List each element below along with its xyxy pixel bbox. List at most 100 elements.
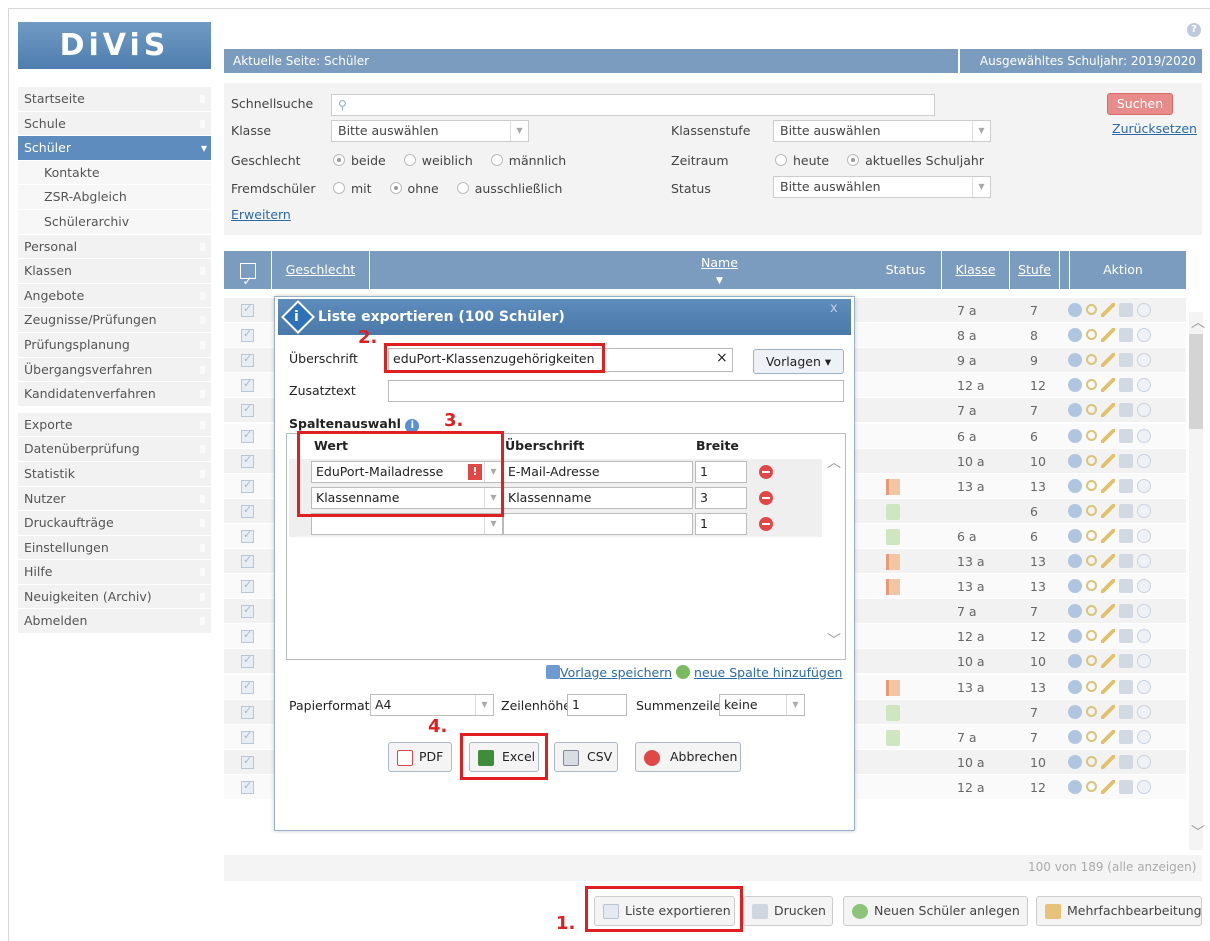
close-icon[interactable]: x [830,301,838,316]
cancel-button[interactable]: Abbrechen [635,742,741,772]
column-width-input[interactable]: 1 [695,461,747,483]
new-student-button[interactable]: Neuen Schüler anlegen [843,896,1028,926]
scroll-down-icon[interactable]: ﹀ [1191,822,1205,842]
more-icon[interactable] [1137,704,1151,719]
sidebar-item-startseite[interactable]: Startseite [18,87,211,112]
column-heading-input[interactable]: E-Mail-Adresse [503,461,693,483]
search-icon[interactable] [1086,780,1097,792]
column-heading-input[interactable] [503,513,693,535]
foreign-radio-only[interactable]: ausschließlich [456,181,562,196]
row-height-input[interactable]: 1 [567,694,627,716]
row-checkbox[interactable] [241,503,254,518]
radio[interactable] [333,182,345,194]
row-checkbox[interactable] [241,478,254,493]
row-checkbox[interactable] [241,428,254,443]
edit-icon[interactable] [1101,554,1115,568]
printer-icon[interactable] [1119,754,1133,769]
column-gender[interactable]: Geschlecht [272,251,370,289]
row-checkbox[interactable] [241,628,254,644]
sidebar-item-übergangsverfahren[interactable]: Übergangsverfahren [18,357,211,383]
column-width-input[interactable]: 3 [695,487,747,509]
column-class[interactable]: Klasse [942,251,1010,289]
more-icon[interactable] [1137,554,1151,568]
gender-radio-male[interactable]: männlich [490,153,566,168]
more-icon[interactable] [1137,579,1151,594]
more-icon[interactable] [1137,503,1151,518]
more-icon[interactable] [1137,528,1151,543]
info-icon[interactable] [1068,754,1082,769]
row-checkbox[interactable] [241,402,254,418]
period-radio-today[interactable]: heute [775,153,829,168]
more-icon[interactable] [1137,779,1151,794]
row-checkbox[interactable] [241,603,254,619]
add-column-link[interactable]: neue Spalte hinzufügen [694,665,842,680]
more-icon[interactable] [1137,328,1151,343]
printer-icon[interactable] [1119,453,1133,468]
pdf-button[interactable]: PDF [388,742,452,772]
printer-icon[interactable] [1119,403,1133,418]
edit-icon[interactable] [1101,303,1115,317]
templates-button[interactable]: Vorlagen ▾ [753,349,844,374]
more-icon[interactable] [1137,478,1151,493]
edit-icon[interactable] [1101,453,1115,468]
printer-icon[interactable] [1119,604,1133,619]
sidebar-item-neuigkeiten-archiv-[interactable]: Neuigkeiten (Archiv) [18,584,211,610]
more-icon[interactable] [1137,303,1151,317]
row-checkbox[interactable] [241,754,254,769]
column-level[interactable]: Stufe [1010,251,1060,289]
printer-icon[interactable] [1119,503,1133,518]
expand-link[interactable]: Erweitern [231,207,291,222]
sidebar-item-druckaufträge[interactable]: Druckaufträge [18,511,211,536]
radio[interactable] [333,154,345,166]
more-icon[interactable] [1137,754,1151,769]
edit-icon[interactable] [1101,779,1115,794]
info-icon[interactable] [1068,629,1082,644]
more-icon[interactable] [1137,729,1151,744]
column-name-label[interactable]: Name [701,255,738,270]
sidebar-item-schülerarchiv[interactable]: Schülerarchiv [18,209,211,235]
reset-link[interactable]: Zurücksetzen [1112,121,1197,136]
printer-icon[interactable] [1119,353,1133,368]
row-checkbox[interactable] [241,578,254,594]
search-icon[interactable] [1086,730,1097,742]
more-icon[interactable] [1137,679,1151,694]
gender-radio-female[interactable]: weiblich [403,153,473,168]
radio[interactable] [403,154,416,166]
info-icon[interactable] [1068,729,1082,744]
quicksearch-input[interactable]: ⚲ [331,94,935,116]
printer-icon[interactable] [1119,729,1133,744]
info-icon[interactable] [1068,478,1082,493]
info-icon[interactable] [1068,679,1082,694]
more-icon[interactable] [1137,604,1151,619]
sidebar-item-einstellungen[interactable]: Einstellungen [18,535,211,561]
extra-text-input[interactable] [388,380,844,402]
printer-icon[interactable] [1119,579,1133,594]
row-checkbox[interactable] [241,704,254,719]
edit-icon[interactable] [1101,654,1115,669]
search-icon[interactable] [1086,580,1097,592]
help-icon[interactable]: ? [1187,23,1201,37]
bulk-edit-button[interactable]: Mehrfachbearbeitung [1036,896,1202,926]
divis-logo[interactable]: DiViS [18,22,211,69]
printer-icon[interactable] [1119,554,1133,568]
class-select[interactable]: Bitte auswählen ▼ [331,120,529,142]
sidebar-item-abmelden[interactable]: Abmelden [18,609,211,635]
info-icon[interactable] [1068,428,1082,443]
scroll-up-icon[interactable]: ︿ [1191,312,1205,332]
printer-icon[interactable] [1119,679,1133,694]
search-icon[interactable] [1086,454,1097,466]
search-icon[interactable] [1086,304,1097,315]
row-checkbox[interactable] [241,779,254,794]
info-icon[interactable] [1068,328,1082,343]
row-checkbox[interactable] [241,377,254,393]
edit-icon[interactable] [1101,528,1115,543]
printer-icon[interactable] [1119,654,1133,669]
info-icon[interactable] [1068,704,1082,719]
sum-row-select[interactable]: keine ▼ [719,694,805,716]
status-select[interactable]: Bitte auswählen ▼ [773,176,991,198]
edit-icon[interactable] [1101,754,1115,769]
sidebar-item-kandidatenverfahren[interactable]: Kandidatenverfahren [18,382,211,407]
more-icon[interactable] [1137,629,1151,644]
paper-format-select[interactable]: A4 ▼ [370,694,494,716]
printer-icon[interactable] [1119,704,1133,719]
